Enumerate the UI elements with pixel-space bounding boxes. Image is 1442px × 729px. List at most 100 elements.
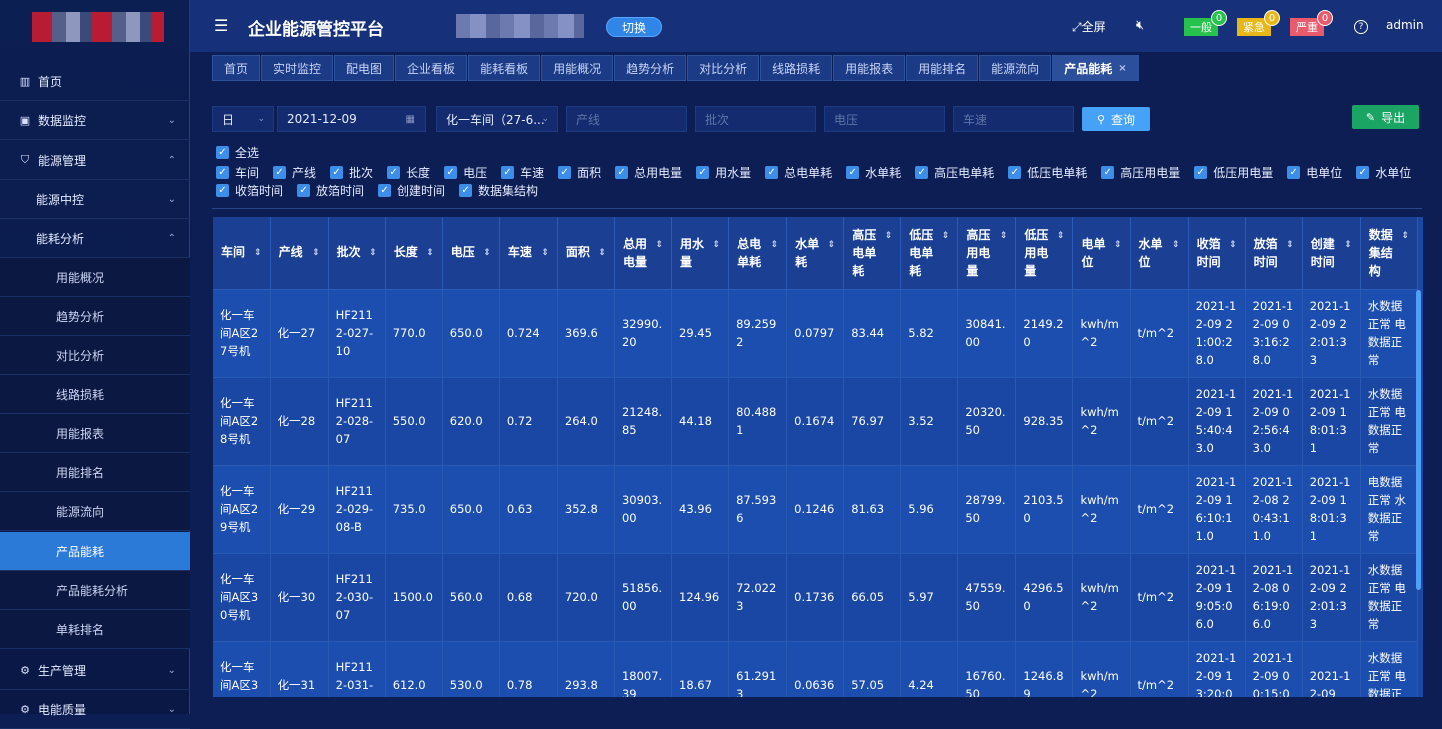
sidebar-item-2[interactable]: ⛉ 能源管理 ⌃: [0, 141, 190, 180]
line-input[interactable]: 产线: [566, 106, 687, 132]
column-checkbox[interactable]: ✓ 电压: [444, 164, 487, 181]
sidebar-item-15[interactable]: ⚙ 生产管理 ⌄: [0, 651, 190, 690]
column-checkbox[interactable]: ✓ 总用电量: [615, 164, 682, 181]
tab-10[interactable]: 用能排名: [906, 55, 979, 81]
column-checkbox[interactable]: ✓ 高压电单耗: [915, 164, 994, 181]
sidebar-item-12[interactable]: 产品能耗: [0, 532, 190, 571]
column-checkbox[interactable]: ✓ 车速: [501, 164, 544, 181]
sidebar-item-14[interactable]: 单耗排名: [0, 610, 190, 649]
switch-button[interactable]: 切换: [606, 17, 662, 37]
user-name[interactable]: admin: [1386, 18, 1424, 32]
sort-icon[interactable]: ⇕: [541, 244, 549, 262]
sort-icon[interactable]: ⇕: [1286, 236, 1294, 254]
tab-9[interactable]: 用能报表: [833, 55, 906, 81]
sort-icon[interactable]: ⇕: [713, 236, 721, 254]
sort-icon[interactable]: ⇕: [655, 236, 663, 254]
speed-input[interactable]: 车速: [953, 106, 1074, 132]
sidebar-item-1[interactable]: ▣ 数据监控 ⌄: [0, 101, 190, 140]
column-header[interactable]: ⇕ 批次: [328, 217, 386, 290]
sidebar-item-8[interactable]: 线路损耗: [0, 375, 190, 414]
tab-11[interactable]: 能源流向: [979, 55, 1052, 81]
column-header[interactable]: ⇕ 高压用电量: [957, 217, 1017, 290]
column-checkbox[interactable]: ✓ 水单耗: [846, 164, 901, 181]
sort-icon[interactable]: ⇕: [885, 227, 893, 245]
column-header[interactable]: ⇕ 车速: [499, 217, 558, 290]
alert-normal-button[interactable]: 一般 0: [1184, 10, 1227, 36]
sidebar-item-6[interactable]: 趋势分析: [0, 297, 190, 336]
sort-icon[interactable]: ⇕: [598, 244, 606, 262]
sort-icon[interactable]: ⇕: [1057, 227, 1065, 245]
tab-6[interactable]: 趋势分析: [614, 55, 687, 81]
date-picker[interactable]: 2021-12-09 ▦: [277, 106, 426, 132]
period-select[interactable]: 日 ⌄: [212, 106, 274, 132]
help-icon[interactable]: ?: [1354, 20, 1368, 34]
table-row[interactable]: 化一车间A区29号机 化一29 HF2112-029-08-B 735.0 650.0 0…: [213, 465, 1419, 554]
select-all-checkbox[interactable]: ✓ 全选: [216, 144, 259, 161]
table-row[interactable]: 化一车间A区27号机 化一27 HF2112-027-10 770.0 650.0 0.7…: [213, 289, 1419, 378]
fullscreen-button[interactable]: ⤢全屏: [1072, 18, 1106, 35]
sort-icon[interactable]: ⇕: [312, 244, 320, 262]
column-header[interactable]: ⇕ 长度: [385, 217, 443, 290]
tab-1[interactable]: 实时监控: [261, 55, 334, 81]
sidebar-item-7[interactable]: 对比分析: [0, 336, 190, 375]
sidebar-item-9[interactable]: 用能报表: [0, 414, 190, 453]
column-header[interactable]: ⇕ 收箔时间: [1188, 217, 1246, 290]
column-header[interactable]: ⇕ 总用电量: [614, 217, 673, 290]
column-checkbox[interactable]: ✓ 用水量: [696, 164, 751, 181]
query-button[interactable]: ⚲ 查询: [1082, 107, 1150, 131]
sort-icon[interactable]: ⇕: [1344, 236, 1352, 254]
column-checkbox[interactable]: ✓ 创建时间: [378, 182, 445, 199]
tab-3[interactable]: 企业看板: [395, 55, 468, 81]
tab-12[interactable]: 产品能耗 ×: [1052, 55, 1139, 81]
tab-8[interactable]: 线路损耗: [760, 55, 833, 81]
column-header[interactable]: ⇕ 电压: [442, 217, 500, 290]
column-checkbox[interactable]: ✓ 电单位: [1287, 164, 1342, 181]
column-header[interactable]: ⇕ 创建时间: [1302, 217, 1361, 290]
column-checkbox[interactable]: ✓ 收箔时间: [216, 182, 283, 199]
column-checkbox[interactable]: ✓ 放箔时间: [297, 182, 364, 199]
tab-5[interactable]: 用能概况: [541, 55, 614, 81]
sidebar-item-16[interactable]: ⚙ 电能质量 ⌄: [0, 690, 190, 729]
sort-icon[interactable]: ⇕: [369, 244, 377, 262]
menu-toggle-icon[interactable]: ☰: [214, 16, 228, 35]
export-button[interactable]: ✎ 导出: [1352, 105, 1419, 129]
column-header[interactable]: ⇕ 水单耗: [786, 217, 845, 290]
table-row[interactable]: 化一车间A区30号机 化一30 HF2112-030-07 1500.0 560.0 0.…: [213, 553, 1419, 642]
column-header[interactable]: ⇕ 数据集结构: [1360, 217, 1419, 290]
column-checkbox[interactable]: ✓ 面积: [558, 164, 601, 181]
sort-icon[interactable]: ⇕: [483, 244, 491, 262]
table-scrollbar[interactable]: [1416, 290, 1421, 590]
column-header[interactable]: ⇕ 低压用电量: [1015, 217, 1074, 290]
sort-icon[interactable]: ⇕: [1172, 236, 1180, 254]
column-header[interactable]: ⇕ 放箔时间: [1245, 217, 1303, 290]
mute-icon[interactable]: 🔇︎: [1136, 18, 1144, 33]
column-header[interactable]: ⇕ 用水量: [671, 217, 730, 290]
column-checkbox[interactable]: ✓ 长度: [387, 164, 430, 181]
column-checkbox[interactable]: ✓ 车间: [216, 164, 259, 181]
table-row[interactable]: 化一车间A区28号机 化一28 HF2112-028-07 550.0 620.0 0.7…: [213, 377, 1419, 466]
sort-icon[interactable]: ⇕: [1114, 236, 1122, 254]
column-checkbox[interactable]: ✓ 产线: [273, 164, 316, 181]
sort-icon[interactable]: ⇕: [1229, 236, 1237, 254]
sort-icon[interactable]: ⇕: [1401, 227, 1409, 245]
sort-icon[interactable]: ⇕: [426, 244, 434, 262]
column-checkbox[interactable]: ✓ 高压用电量: [1101, 164, 1180, 181]
sidebar-item-10[interactable]: 用能排名: [0, 453, 190, 492]
sort-icon[interactable]: ⇕: [254, 244, 262, 262]
column-header[interactable]: ⇕ 车间: [213, 217, 271, 290]
column-checkbox[interactable]: ✓ 低压电单耗: [1008, 164, 1087, 181]
column-header[interactable]: ⇕ 电单位: [1072, 217, 1131, 290]
tab-0[interactable]: 首页: [212, 55, 261, 81]
batch-input[interactable]: 批次: [695, 106, 816, 132]
column-checkbox[interactable]: ✓ 批次: [330, 164, 373, 181]
table-row[interactable]: 化一车间A区31号机化一31HF2112-031-05-612.0530.00.…: [213, 641, 1419, 697]
sort-icon[interactable]: ⇕: [942, 227, 950, 245]
sort-icon[interactable]: ⇕: [771, 236, 779, 254]
column-checkbox[interactable]: ✓ 总电单耗: [765, 164, 832, 181]
column-header[interactable]: ⇕ 水单位: [1130, 217, 1189, 290]
sidebar-item-0[interactable]: ▥ 首页: [0, 62, 190, 101]
column-header[interactable]: ⇕ 产线: [270, 217, 329, 290]
sidebar-item-13[interactable]: 产品能耗分析: [0, 571, 190, 610]
close-icon[interactable]: ×: [1118, 63, 1126, 74]
tab-2[interactable]: 配电图: [334, 55, 395, 81]
